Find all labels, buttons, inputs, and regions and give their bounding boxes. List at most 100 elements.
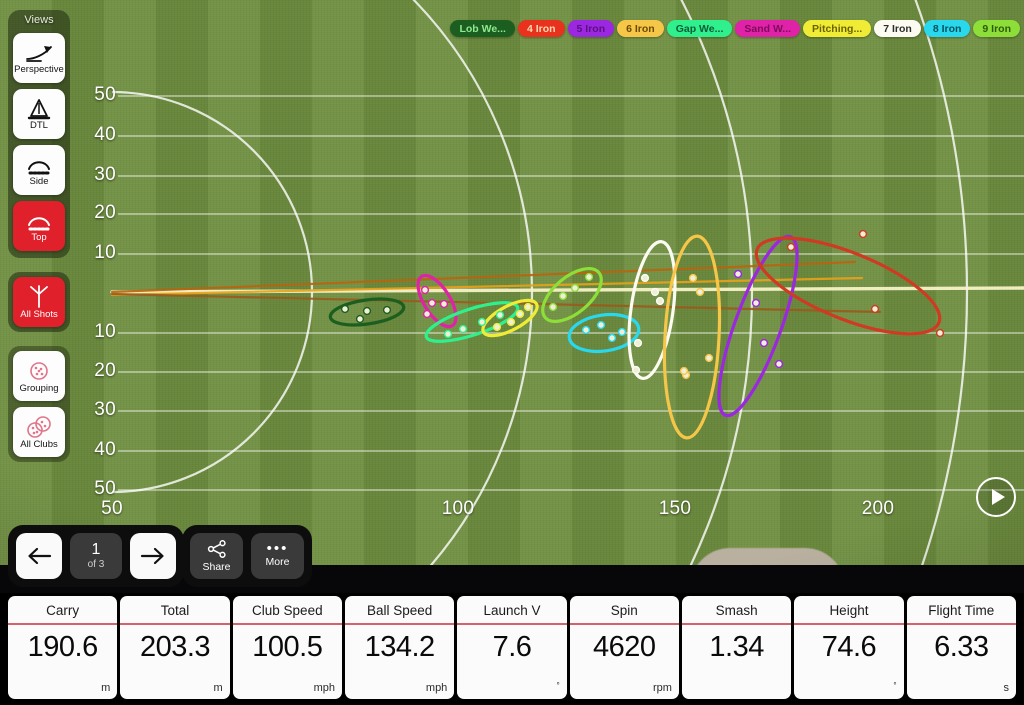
page-indicator: 1 of 3 bbox=[70, 533, 122, 579]
stat-divider bbox=[232, 623, 342, 625]
stat-divider bbox=[794, 623, 904, 625]
stat-cell-launch-v[interactable]: Launch V 7.6 ° bbox=[457, 596, 567, 699]
view-button-top[interactable]: Top bbox=[13, 201, 65, 251]
stat-label: Carry bbox=[46, 603, 80, 618]
x-tick-label: 200 bbox=[861, 498, 895, 519]
stat-cell-ball-speed[interactable]: Ball Speed 134.2 mph bbox=[344, 596, 455, 699]
stat-label: Club Speed bbox=[252, 603, 323, 618]
stats-table: Carry 190.6 m Total 203.3 m Club Speed 100.5 mph… bbox=[0, 593, 1024, 705]
x-tick-label: 150 bbox=[658, 498, 692, 519]
stat-cell-total[interactable]: Total 203.3 m bbox=[120, 596, 230, 699]
stat-value: 1.34 bbox=[709, 631, 764, 663]
legend-chip-pitching-wedge[interactable]: Pitching... bbox=[803, 20, 872, 37]
stat-value: 7.6 bbox=[492, 631, 532, 663]
view-button-side[interactable]: Side bbox=[13, 145, 65, 195]
stat-label: Flight Time bbox=[928, 603, 995, 618]
stat-cell-spin[interactable]: Spin 4620 rpm bbox=[569, 596, 679, 699]
ellipsis-icon: ••• bbox=[266, 540, 289, 557]
stat-divider bbox=[344, 623, 455, 625]
top-icon bbox=[28, 217, 50, 231]
play-icon bbox=[991, 489, 1005, 505]
club-group-list: Grouping All Clubs bbox=[8, 346, 70, 462]
stat-label: Ball Speed bbox=[366, 603, 433, 618]
view-button-label: Top bbox=[31, 231, 47, 243]
x-tick-label: 50 bbox=[101, 498, 123, 519]
stat-cell-flight-time[interactable]: Flight Time 6.33 s bbox=[906, 596, 1016, 699]
dtl-icon bbox=[27, 98, 51, 119]
stat-label: Total bbox=[160, 603, 190, 618]
stat-divider bbox=[457, 623, 567, 625]
previous-shot-button[interactable] bbox=[16, 533, 62, 579]
stat-cell-smash[interactable]: Smash 1.34 bbox=[681, 596, 792, 699]
page-total: of 3 bbox=[87, 558, 105, 570]
legend-chip-7-iron[interactable]: 7 Iron bbox=[874, 20, 921, 37]
stat-value: 134.2 bbox=[364, 631, 436, 663]
stat-unit: m bbox=[101, 682, 111, 694]
play-button[interactable] bbox=[976, 477, 1016, 517]
legend-chip-8-iron[interactable]: 8 Iron bbox=[923, 20, 971, 37]
stat-unit: ° bbox=[556, 681, 560, 690]
legend-chip-9-iron[interactable]: 9 Iron bbox=[973, 20, 1020, 37]
stat-unit: s bbox=[1003, 682, 1009, 694]
course-top-view[interactable]: 50 40 30 20 10 10 20 30 40 50 50 100 150 200 bbox=[0, 0, 1024, 565]
share-icon bbox=[207, 539, 226, 558]
view-button-label: DTL bbox=[30, 119, 48, 131]
view-button-perspective[interactable]: Perspective bbox=[13, 33, 65, 83]
stat-value: 203.3 bbox=[139, 631, 211, 663]
stat-divider bbox=[681, 623, 792, 625]
more-label: More bbox=[265, 556, 290, 568]
legend-chip-gap-wedge[interactable]: Gap We... bbox=[666, 20, 733, 37]
club-legend: Lob We... 4 Iron 5 Iron 6 Iron Gap We... Sand… bbox=[450, 20, 1020, 37]
legend-chip-lob-wedge[interactable]: Lob We... bbox=[450, 20, 515, 37]
share-label: Share bbox=[202, 560, 231, 573]
stat-value: 74.6 bbox=[821, 631, 877, 663]
stat-cell-club-speed[interactable]: Club Speed 100.5 mph bbox=[232, 596, 342, 699]
legend-chip-sand-wedge[interactable]: Sand W... bbox=[735, 20, 801, 37]
stat-label: Smash bbox=[715, 603, 758, 618]
x-tick-label: 100 bbox=[441, 498, 475, 519]
legend-chip-6-iron[interactable]: 6 Iron bbox=[617, 20, 664, 37]
stat-unit: m bbox=[213, 682, 223, 694]
action-bar: Share ••• More bbox=[182, 525, 312, 587]
left-sidebar: Views Perspective DTL Side Top All Shots Gr… bbox=[8, 10, 70, 462]
view-button-dtl[interactable]: DTL bbox=[13, 89, 65, 139]
stat-unit: rpm bbox=[653, 682, 672, 694]
stat-unit: mph bbox=[425, 682, 448, 694]
mode-button-all-shots[interactable]: All Shots bbox=[13, 277, 65, 327]
group-button-grouping[interactable]: Grouping bbox=[13, 351, 65, 401]
stat-label: Spin bbox=[610, 603, 638, 618]
side-icon bbox=[28, 161, 50, 175]
shot-nav-bar: 1 of 3 bbox=[8, 525, 184, 587]
x-axis-labels: 50 100 150 200 bbox=[0, 0, 1024, 565]
views-title: Views bbox=[24, 14, 54, 26]
group-button-label: All Clubs bbox=[20, 438, 58, 450]
stat-divider bbox=[906, 623, 1016, 625]
stat-cell-height[interactable]: Height 74.6 ° bbox=[794, 596, 904, 699]
arrow-left-icon bbox=[28, 547, 52, 565]
views-panel: Views Perspective DTL Side Top bbox=[8, 10, 70, 258]
mode-button-label: All Shots bbox=[20, 308, 58, 320]
stat-divider bbox=[8, 623, 118, 625]
perspective-icon bbox=[26, 45, 52, 62]
more-button[interactable]: ••• More bbox=[251, 533, 304, 579]
next-shot-button[interactable] bbox=[130, 533, 176, 579]
group-button-all-clubs[interactable]: All Clubs bbox=[13, 407, 65, 457]
all-shots-icon bbox=[30, 284, 48, 308]
shot-mode-list: All Shots bbox=[8, 272, 70, 332]
legend-chip-5-iron[interactable]: 5 Iron bbox=[567, 20, 615, 37]
stat-value: 6.33 bbox=[934, 631, 989, 663]
share-button[interactable]: Share bbox=[190, 533, 243, 579]
view-button-label: Perspective bbox=[14, 63, 64, 75]
legend-chip-4-iron[interactable]: 4 Iron bbox=[517, 20, 565, 37]
all-clubs-icon bbox=[27, 415, 51, 438]
stat-label: Height bbox=[829, 603, 869, 618]
stat-unit: ° bbox=[893, 681, 897, 690]
views-list: Perspective DTL Side Top bbox=[13, 33, 65, 251]
stat-cell-carry[interactable]: Carry 190.6 m bbox=[8, 596, 118, 699]
page-number: 1 bbox=[91, 541, 101, 559]
stat-value: 100.5 bbox=[252, 631, 323, 663]
stat-divider bbox=[120, 623, 230, 625]
stat-divider bbox=[569, 623, 679, 625]
grouping-icon bbox=[30, 361, 48, 380]
stat-unit: mph bbox=[313, 682, 335, 694]
